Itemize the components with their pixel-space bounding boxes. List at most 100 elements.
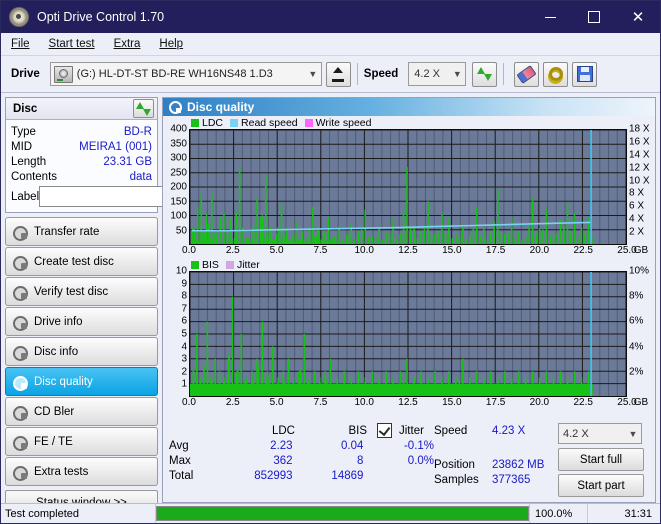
ldc-plot-row: 40035030025020015010050 18 X16 X14 X12 X… [165,129,653,245]
menu-help[interactable]: Help [159,38,183,50]
axis-tick: 6 [181,316,187,327]
sidebar-item-transfer-rate[interactable]: Transfer rate [5,217,158,246]
legend-label: Write speed [316,117,372,129]
bis-x-axis: 0.02.55.07.510.012.515.017.520.022.525.0… [189,397,627,411]
menu-file-label: File [11,38,30,50]
axis-tick: 2.5 [226,397,240,408]
save-icon [577,66,593,82]
axis-tick: 6% [629,316,643,327]
legend-swatch [226,261,234,269]
stats-ldc-value: 2.23 [220,440,305,452]
menu-extra[interactable]: Extra [114,38,141,50]
app-window: Opti Drive Control 1.70 ✕ File Start tes… [0,0,661,524]
menu-start-test[interactable]: Start test [49,38,95,50]
axis-tick: 12.5 [398,397,417,408]
sidebar-item-cd-bler[interactable]: CD Bler [5,397,158,426]
extra-tests-icon [12,465,27,479]
axis-tick: 8 [181,291,187,302]
window-title: Opti Drive Control 1.70 [37,10,528,24]
disc-info-list: Type BD-R MID MEIRA1 (001) Length 23.31 … [6,120,157,212]
speed-select[interactable]: 4.2 X ▼ [408,62,466,86]
erase-button[interactable] [514,62,539,87]
disc-type-value: BD-R [36,126,152,138]
toolbar-divider-1 [357,63,358,85]
sidebar-item-drive-info[interactable]: Drive info [5,307,158,336]
disc-mid-value: MEIRA1 (001) [32,141,152,153]
legend-swatch [230,119,238,127]
start-part-button[interactable]: Start part [558,474,644,497]
bis-plot-area [189,271,627,397]
position-label: Position [434,459,492,471]
disc-row-contents: Contents data [11,169,152,184]
sidebar-item-label: Extra tests [34,466,88,478]
position-readout: Position 23862 MB [434,457,554,472]
sidebar-item-extra-tests[interactable]: Extra tests [5,457,158,486]
sidebar-item-create-test-disc[interactable]: Create test disc [5,247,158,276]
sidebar-item-disc-info[interactable]: Disc info [5,337,158,366]
axis-tick: 50 [176,225,187,236]
sidebar-item-verify-test-disc[interactable]: Verify test disc [5,277,158,306]
table-row: Avg 2.23 0.04 -0.1% [169,438,434,453]
stats-ldc-value: 362 [220,455,305,467]
disc-quality-icon [168,101,181,113]
sidebar-item-label: FE / TE [34,436,73,448]
axis-tick: 10% [629,266,649,277]
axis-tick: 10.0 [354,397,373,408]
eject-button[interactable] [326,62,351,87]
disc-refresh-button[interactable] [133,99,154,118]
axis-tick: 2.5 [226,245,240,256]
test-speed-select[interactable]: 4.2 X ▼ [558,423,642,444]
speed-select-value: 4.2 X [409,68,449,80]
legend-read-speed: Read speed [230,117,298,129]
menu-bar: File Start test Extra Help [1,33,660,56]
sidebar-item-fe-te[interactable]: FE / TE [5,427,158,456]
axis-tick: 20.0 [530,397,549,408]
ldc-x-axis: 0.02.55.07.510.012.515.017.520.022.525.0… [189,245,627,259]
progress-bar [156,506,529,521]
verify-test-disc-icon [12,285,27,299]
table-row: Max 362 8 0.0% [169,453,434,468]
sidebar: Disc Type BD-R MID MEIRA1 (001) [5,97,158,503]
axis-tick: 12 X [629,162,650,173]
status-message: Test completed [1,504,156,523]
charts-container: LDC Read speed Write speed 4003503002502… [163,116,655,419]
bis-chart: BIS Jitter 10987654321 10%8%6%4%2% 0.02.… [165,259,653,411]
menu-file[interactable]: File [11,38,30,50]
legend-jitter: Jitter [226,259,260,271]
status-bar: Test completed 100.0% 31:31 [1,503,660,523]
close-button[interactable]: ✕ [616,1,660,33]
stats-row-label: Avg [169,440,220,452]
cd-bler-icon [12,405,27,419]
eject-icon [333,67,343,73]
axis-tick: 8% [629,291,643,302]
axis-tick: 22.5 [573,245,592,256]
jitter-label: Jitter [399,425,424,437]
drive-icon [54,66,73,83]
refresh-button[interactable] [472,62,497,87]
maximize-button[interactable] [572,1,616,33]
chevron-down-icon: ▼ [305,69,321,79]
stats-ldc-value: 852993 [220,470,305,482]
axis-tick: 2% [629,366,643,377]
disc-info-icon [12,345,27,359]
eject-icon-bar [332,79,344,82]
axis-unit: GB [634,245,648,256]
start-full-button[interactable]: Start full [558,448,644,471]
axis-tick: 10.0 [354,245,373,256]
tools-button[interactable] [543,62,568,87]
disc-panel: Disc Type BD-R MID MEIRA1 (001) [5,97,158,213]
sidebar-item-disc-quality[interactable]: Disc quality [5,367,158,396]
ldc-chart-legend: LDC Read speed Write speed [165,117,653,129]
bis-plot-row: 10987654321 10%8%6%4%2% [165,271,653,397]
save-button[interactable] [572,62,597,87]
axis-tick: 10 X [629,175,650,186]
minimize-button[interactable] [528,1,572,33]
jitter-checkbox[interactable] [377,423,392,438]
transfer-rate-icon [12,225,27,239]
axis-tick: 22.5 [573,397,592,408]
drive-info-icon [12,315,27,329]
speed-label: Speed [364,68,399,80]
drive-select[interactable]: (G:) HL-DT-ST BD-RE WH16NS48 1.D3 ▼ [50,62,322,86]
drive-label: Drive [11,68,40,80]
disc-row-mid: MID MEIRA1 (001) [11,139,152,154]
